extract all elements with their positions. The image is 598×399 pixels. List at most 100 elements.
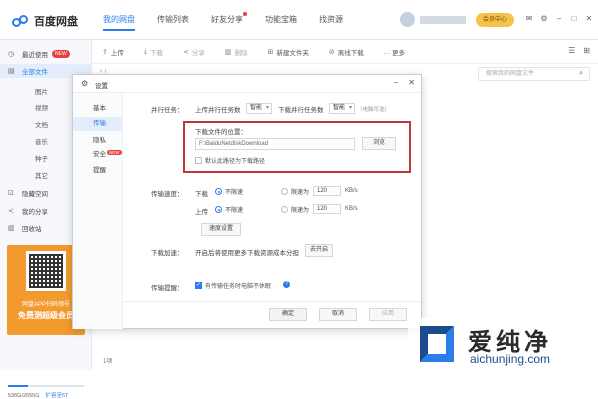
download-unlimited-label: 不限速 — [225, 190, 244, 196]
radio-dot — [281, 206, 288, 213]
upload-unlimited-radio[interactable]: 不限速 — [215, 205, 243, 214]
download-tasks-select[interactable]: 智能 — [329, 103, 355, 114]
offline-download-button[interactable]: ⊘ 离线下载 — [329, 47, 364, 57]
sidebar-item-all-files-label: 全部文件 — [22, 69, 48, 76]
user-area[interactable] — [400, 12, 466, 27]
settings-tab-transfer[interactable]: 传输 — [73, 117, 122, 131]
ok-button[interactable]: 确定 — [269, 308, 307, 321]
expand-storage-link[interactable]: 扩容至5T — [46, 393, 69, 399]
lock-icon: ⊡ — [8, 190, 14, 197]
sidebar-item-recent[interactable]: ◷ 最近使用 NEW — [8, 49, 70, 59]
upload-tasks-select[interactable]: 智能 — [246, 103, 272, 114]
sidebar-item-images[interactable]: 图片 — [35, 86, 48, 96]
settings-tab-privacy[interactable]: 隐私 — [73, 134, 122, 148]
upload-limit-input[interactable]: 120 — [313, 204, 341, 214]
notification-dot — [243, 12, 247, 16]
site-watermark: 爱纯净 aichunjing.com — [408, 318, 598, 370]
upload-limit-radio[interactable]: 限速为 — [281, 205, 309, 214]
watermark-logo-icon — [420, 326, 454, 362]
dialog-footer-divider — [123, 301, 421, 302]
download-limit-input[interactable]: 120 — [313, 186, 341, 196]
top-bar: 百度网盘 我的网盘 传输列表 好友分享 功能宝箱 找资源 会员中心 ✉ ⚙ – … — [0, 0, 598, 40]
radio-dot — [281, 188, 288, 195]
app-logo: 百度网盘 — [12, 13, 78, 29]
sidebar-item-torrents[interactable]: 种子 — [35, 153, 48, 163]
help-icon[interactable]: ? — [283, 281, 290, 288]
share-icon: ≺ — [182, 48, 189, 56]
delete-icon: ▥ — [224, 48, 232, 56]
sidebar-item-recent-label: 最近使用 — [22, 52, 48, 59]
upload-icon: ⇪ — [102, 48, 108, 56]
grid-view-icon[interactable]: ⊞ — [583, 46, 590, 55]
download-accel-label: 下载加速： — [151, 250, 184, 257]
sidebar-item-my-share[interactable]: ≺ 我的分享 — [8, 206, 48, 216]
checkbox-box — [195, 281, 202, 289]
clock-icon: ◷ — [8, 51, 15, 58]
avatar[interactable] — [400, 12, 415, 27]
new-folder-button[interactable]: ⊞ 新建文件夹 — [267, 47, 308, 57]
sort-icon[interactable]: ☰ — [568, 46, 575, 55]
close-icon[interactable]: ✕ — [583, 14, 595, 23]
vip-center-button[interactable]: 会员中心 — [476, 13, 514, 27]
cancel-button[interactable]: 取消 — [319, 308, 357, 321]
new-folder-icon: ⊞ — [267, 48, 274, 56]
tab-friend-share[interactable]: 好友分享 — [211, 12, 247, 25]
new-folder-label: 新建文件夹 — [276, 49, 309, 57]
download-limit-radio[interactable]: 限速为 — [281, 187, 309, 196]
more-button[interactable]: ··· 更多 — [384, 47, 405, 57]
sidebar-item-other[interactable]: 其它 — [35, 170, 48, 180]
upload-button[interactable]: ⇪ 上传 — [102, 47, 124, 57]
download-tasks-label: 下载并行任务数 — [278, 107, 324, 114]
view-controls: ☰ ⊞ — [560, 46, 590, 55]
tab-my-disk[interactable]: 我的网盘 — [103, 14, 135, 31]
minimize-icon[interactable]: – — [394, 78, 398, 87]
minimize-icon[interactable]: – — [553, 14, 565, 23]
settings-tab-basic[interactable]: 基本 — [73, 102, 122, 116]
settings-tab-security[interactable]: 安全 NEW — [73, 148, 122, 162]
storage-bar — [8, 385, 84, 387]
default-path-checkbox[interactable]: 默认此路径为下载路径 — [195, 156, 265, 165]
sidebar-item-docs[interactable]: 文档 — [35, 119, 48, 129]
file-toolbar: ⇪ 上传 ⤓ 下载 ≺ 分享 ▥ 删除 ⊞ 新建文件夹 ⊘ 离线下载 ··· 更多 ☰ ⊞ — [92, 40, 598, 64]
search-input[interactable]: 搜索我的网盘文件 ⌕ — [478, 67, 590, 81]
speed-settings-button[interactable]: 速度设置 — [201, 223, 241, 236]
download-limit-label: 限速为 — [291, 190, 310, 196]
download-icon: ⤓ — [143, 47, 147, 55]
download-path-input[interactable]: F:\BaiduNetdiskDownload — [195, 138, 355, 150]
radio-dot — [215, 206, 222, 213]
qr-code — [26, 251, 66, 291]
share-button[interactable]: ≺ 分享 — [183, 47, 205, 57]
tab-toolbox[interactable]: 功能宝箱 — [265, 14, 297, 25]
no-sleep-checkbox[interactable]: 有传输任务时电脑不休眠 — [195, 281, 271, 290]
apply-button[interactable]: 应用 — [369, 308, 407, 321]
username-redacted — [420, 15, 466, 24]
settings-icon[interactable]: ⚙ — [538, 14, 550, 23]
sidebar-item-music[interactable]: 音乐 — [35, 136, 48, 146]
sidebar-item-recycle[interactable]: ▥ 回收站 — [8, 223, 42, 233]
app-name: 百度网盘 — [34, 16, 78, 28]
browse-button[interactable]: 浏览 — [362, 137, 396, 150]
mail-icon[interactable]: ✉ — [523, 14, 535, 23]
share-icon: ≺ — [8, 208, 14, 215]
sidebar-item-hidden-space[interactable]: ⊡ 隐藏空间 — [8, 188, 48, 198]
download-unit: KB/s — [345, 188, 358, 194]
settings-tab-security-label: 安全 — [93, 151, 106, 158]
enable-accel-button[interactable]: 去开启 — [305, 244, 333, 257]
settings-tab-reminder[interactable]: 提醒 — [73, 164, 122, 178]
delete-button[interactable]: ▥ 删除 — [225, 47, 248, 57]
maximize-icon[interactable]: □ — [568, 14, 580, 23]
search-icon[interactable]: ⌕ — [579, 68, 583, 80]
upload-tasks-label: 上传并行任务数 — [195, 107, 241, 114]
download-button[interactable]: ⤓ 下载 — [144, 47, 163, 57]
download-accel-text: 开启后将使用更多下载资源成本分担 — [195, 250, 299, 257]
tab-find-resources[interactable]: 找资源 — [319, 14, 343, 25]
tab-friend-share-label: 好友分享 — [211, 15, 243, 24]
download-unlimited-radio[interactable]: 不限速 — [215, 187, 243, 196]
tab-transfer-list[interactable]: 传输列表 — [157, 14, 189, 25]
cloud-logo-icon — [12, 15, 30, 27]
close-icon[interactable]: ✕ — [408, 78, 415, 87]
gear-icon: ⚙ — [81, 79, 89, 88]
default-path-label: 默认此路径为下载路径 — [205, 159, 266, 165]
sidebar-item-videos[interactable]: 视频 — [35, 102, 48, 112]
offline-download-icon: ⊘ — [328, 48, 335, 56]
